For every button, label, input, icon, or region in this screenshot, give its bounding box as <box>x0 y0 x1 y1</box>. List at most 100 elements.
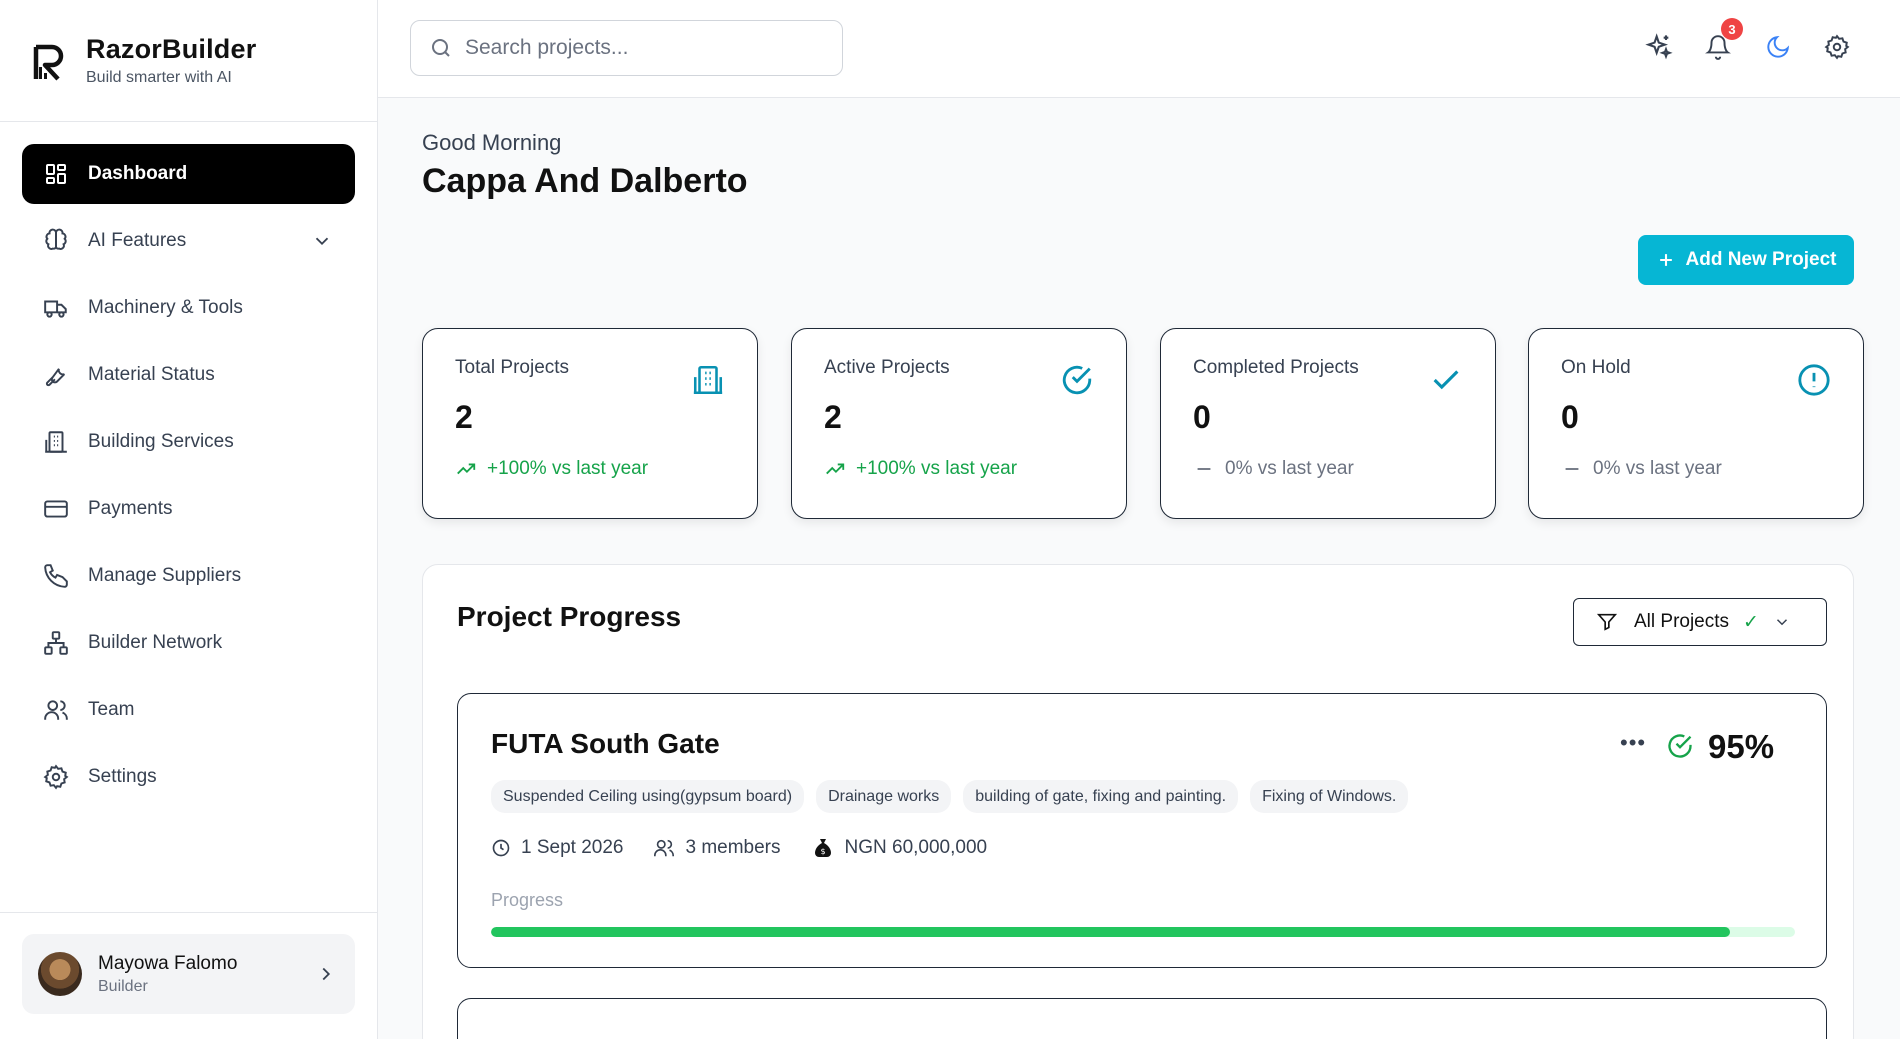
stat-change: +100% vs last year <box>824 458 1094 480</box>
stat-label: On Hold <box>1561 357 1631 378</box>
search-icon <box>432 39 450 57</box>
building-icon <box>42 428 70 456</box>
dashboard-icon <box>42 160 70 188</box>
brand-tagline: Build smarter with AI <box>86 69 232 86</box>
sidebar-item-ai-features[interactable]: AI Features <box>22 211 355 271</box>
sidebar-item-dashboard[interactable]: Dashboard <box>22 144 355 204</box>
stat-change-text: 0% vs last year <box>1225 458 1354 479</box>
users-icon <box>42 696 70 724</box>
project-meta: 1 Sept 2026 3 members $ NGN 60,000,000 <box>491 836 987 860</box>
stat-label: Active Projects <box>824 357 950 378</box>
sidebar-item-label: Manage Suppliers <box>88 565 242 586</box>
sidebar-item-label: Settings <box>88 766 157 787</box>
project-name: FUTA South Gate <box>491 728 720 759</box>
sidebar-item-building-services[interactable]: Building Services <box>22 412 355 472</box>
stat-change: 0% vs last year <box>1561 458 1831 480</box>
project-card[interactable] <box>457 998 1827 1039</box>
add-new-project-label: Add New Project <box>1685 249 1837 270</box>
user-profile-card[interactable]: Mayowa Falomo Builder <box>22 934 355 1014</box>
clock-icon <box>492 839 510 857</box>
sidebar-item-label: Team <box>88 699 135 720</box>
sidebar-item-manage-suppliers[interactable]: Manage Suppliers <box>22 546 355 606</box>
building-icon <box>693 365 723 395</box>
credit-card-icon <box>42 495 70 523</box>
check-icon <box>1433 370 1459 390</box>
project-members-text: 3 members <box>685 837 781 858</box>
add-new-project-button[interactable]: Add New Project <box>1638 235 1854 285</box>
filter-label: All Projects <box>1634 611 1730 632</box>
user-name: Mayowa Falomo <box>98 952 238 974</box>
network-icon <box>42 629 70 657</box>
trending-up-icon <box>457 463 476 475</box>
stat-card-total-projects[interactable]: Total Projects 2 +100% vs last year <box>422 328 758 519</box>
chevron-right-icon <box>322 967 331 981</box>
plus-icon <box>1659 254 1672 266</box>
stat-change-text: 0% vs last year <box>1593 458 1722 479</box>
sidebar-item-label: Dashboard <box>88 163 188 184</box>
brand[interactable]: RazorBuilder Build smarter with AI <box>0 0 377 122</box>
users-icon <box>654 839 675 857</box>
avatar <box>38 952 82 996</box>
stat-label: Total Projects <box>455 357 570 378</box>
top-bar: 3 <box>378 0 1900 98</box>
project-date: 1 Sept 2026 <box>491 837 623 859</box>
brain-icon <box>42 227 70 255</box>
check-circle-icon <box>1668 734 1692 758</box>
stat-card-completed-projects[interactable]: Completed Projects 0 0% vs last year <box>1160 328 1496 519</box>
stat-card-on-hold[interactable]: On Hold 0 0% vs last year <box>1528 328 1864 519</box>
chevron-down-icon[interactable] <box>311 230 333 252</box>
stat-value: 0 <box>1193 399 1211 435</box>
brand-name: RazorBuilder <box>86 34 257 64</box>
sidebar-item-payments[interactable]: Payments <box>22 479 355 539</box>
sidebar-item-machinery[interactable]: Machinery & Tools <box>22 278 355 338</box>
project-budget-text: NGN 60,000,000 <box>844 837 988 858</box>
check-icon: ✓ <box>1743 611 1759 633</box>
stat-change: +100% vs last year <box>455 458 725 480</box>
project-members: 3 members <box>653 837 781 859</box>
truck-icon <box>42 294 70 322</box>
search-box <box>410 20 843 76</box>
money-bag-icon: $ <box>814 839 831 857</box>
sidebar-item-label: Machinery & Tools <box>88 297 243 318</box>
panel-title: Project Progress <box>457 601 682 632</box>
gear-icon <box>42 763 70 791</box>
minus-icon <box>1197 468 1211 470</box>
project-date-text: 1 Sept 2026 <box>521 837 624 858</box>
project-card[interactable]: FUTA South Gate ••• 95% Suspended Ceilin… <box>457 693 1827 968</box>
minus-icon <box>1565 468 1579 470</box>
theme-toggle-button[interactable] <box>1763 32 1793 62</box>
ai-sparkles-button[interactable] <box>1644 32 1674 62</box>
progress-bar <box>491 927 1795 937</box>
more-options-icon[interactable]: ••• <box>1620 730 1646 756</box>
settings-button[interactable] <box>1822 32 1852 62</box>
stat-card-active-projects[interactable]: Active Projects 2 +100% vs last year <box>791 328 1127 519</box>
project-tag: Suspended Ceiling using(gypsum board) <box>491 780 805 813</box>
sidebar-item-label: AI Features <box>88 230 187 251</box>
check-circle-icon <box>1062 365 1092 395</box>
stat-change-text: +100% vs last year <box>487 458 649 479</box>
wrench-icon <box>42 361 70 389</box>
search-input[interactable] <box>465 36 825 60</box>
gear-icon <box>1824 34 1850 60</box>
sidebar-item-settings[interactable]: Settings <box>22 747 355 807</box>
sidebar: RazorBuilder Build smarter with AI Dashb… <box>0 0 378 1039</box>
sidebar-item-label: Building Services <box>88 431 234 452</box>
sidebar-item-material-status[interactable]: Material Status <box>22 345 355 405</box>
svg-text:$: $ <box>820 847 825 856</box>
notifications-button[interactable]: 3 <box>1703 18 1743 62</box>
sidebar-item-builder-network[interactable]: Builder Network <box>22 613 355 673</box>
sidebar-item-team[interactable]: Team <box>22 680 355 740</box>
moon-icon <box>1767 35 1790 58</box>
project-budget: $ NGN 60,000,000 <box>811 836 988 860</box>
stat-change-text: +100% vs last year <box>856 458 1018 479</box>
project-filter-dropdown[interactable]: All Projects ✓ <box>1573 598 1827 646</box>
sidebar-nav: Dashboard AI Features Machinery & Tools … <box>0 122 377 807</box>
progress-bar-fill <box>491 927 1730 937</box>
notification-badge: 3 <box>1721 18 1743 40</box>
stat-value: 2 <box>455 399 473 435</box>
sidebar-item-label: Payments <box>88 498 173 519</box>
project-percent: 95% <box>1708 728 1775 765</box>
phone-icon <box>42 562 70 590</box>
progress-label: Progress <box>491 890 564 910</box>
trending-up-icon <box>826 463 845 475</box>
